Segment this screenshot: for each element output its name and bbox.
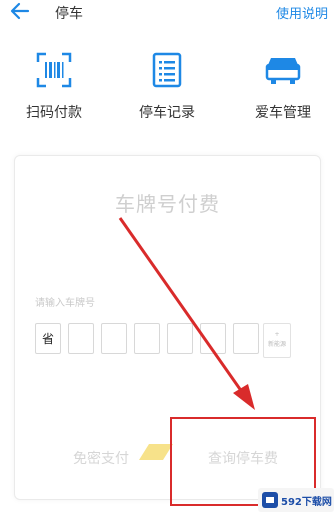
plate-slot-5[interactable] xyxy=(167,323,193,354)
plate-province-slot[interactable]: 省 xyxy=(35,323,61,354)
plate-slot-3[interactable] xyxy=(101,323,127,354)
car-management-label: 爱车管理 xyxy=(255,105,311,121)
new-energy-plus: + xyxy=(274,331,280,338)
scan-code-icon xyxy=(36,52,72,88)
plate-slot-6[interactable] xyxy=(200,323,226,354)
page-title: 停车 xyxy=(55,6,83,22)
header-bar: 停车 使用说明 xyxy=(0,0,335,30)
watermark-logo-icon xyxy=(262,492,278,508)
help-link[interactable]: 使用说明 xyxy=(276,3,328,22)
plate-slot-4[interactable] xyxy=(134,323,160,354)
new-energy-label: 新能源 xyxy=(267,341,286,348)
site-watermark: 592下载网 xyxy=(258,488,334,512)
card-title: 车牌号付费 xyxy=(115,192,220,216)
promo-tag-icon xyxy=(139,444,173,460)
car-management-button[interactable]: 爱车管理 xyxy=(238,52,328,122)
back-arrow-icon[interactable] xyxy=(8,0,32,22)
scan-pay-label: 扫码付款 xyxy=(26,105,82,121)
parking-record-icon xyxy=(152,52,182,88)
watermark-brand: 592下载网 xyxy=(281,496,332,508)
new-energy-slot[interactable]: + 新能源 xyxy=(263,323,291,358)
parking-record-label: 停车记录 xyxy=(139,105,195,121)
plate-slot-2[interactable] xyxy=(68,323,94,354)
plate-slot-7[interactable] xyxy=(233,323,259,354)
plate-input-label: 请输入车牌号 xyxy=(35,298,95,309)
car-management-icon xyxy=(265,58,301,84)
parking-record-button[interactable]: 停车记录 xyxy=(122,52,212,122)
scan-pay-button[interactable]: 扫码付款 xyxy=(9,52,99,122)
